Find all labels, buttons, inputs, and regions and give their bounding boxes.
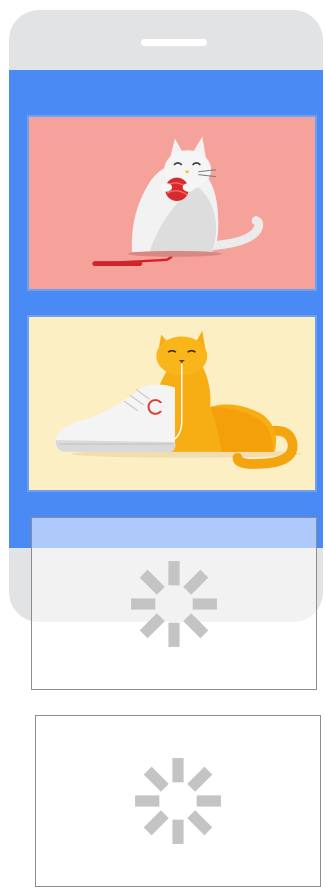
white-cat-with-yarn-image: [92, 136, 264, 267]
illustration-stage: [0, 0, 325, 887]
image-card-white-cat[interactable]: [27, 115, 317, 291]
loading-spinner-icon: [118, 548, 230, 660]
loading-placeholder-2: [35, 715, 321, 887]
orange-cat-with-sneaker-image: [55, 330, 302, 469]
phone-screen[interactable]: [9, 70, 323, 548]
phone-speaker: [141, 39, 207, 46]
image-card-orange-cat[interactable]: [27, 315, 317, 492]
loading-spinner-icon: [122, 745, 234, 857]
loading-placeholder-1: [31, 517, 317, 690]
